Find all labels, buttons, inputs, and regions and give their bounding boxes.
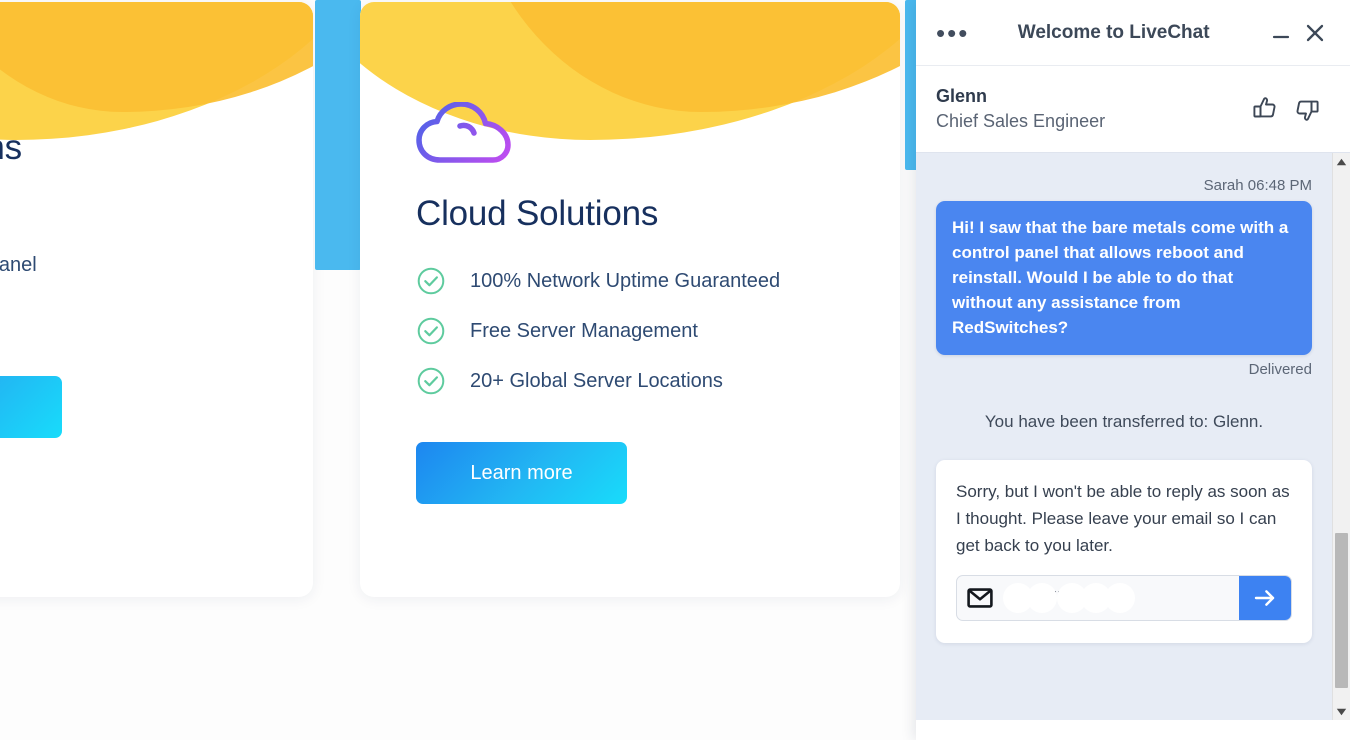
thumbs-down-glyph xyxy=(1296,100,1319,121)
chat-message-list[interactable]: Sarah 06:48 PM Hi! I saw that the bare m… xyxy=(916,152,1350,720)
agent-name: Glenn xyxy=(936,86,988,106)
learn-more-button-dedicated[interactable] xyxy=(0,376,62,438)
feature-list-dedicated: & AMD CPUs oot & Reinstall Panel pport -… xyxy=(0,202,283,328)
livechat-widget: ••• Welcome to LiveChat Glenn Chief Sale… xyxy=(916,0,1350,740)
feature-list-cloud: 100% Network Uptime Guaranteed Free Serv… xyxy=(416,267,870,395)
messages-container: Sarah 06:48 PM Hi! I saw that the bare m… xyxy=(916,153,1332,720)
feature-label: 100% Network Uptime Guaranteed xyxy=(470,269,781,292)
learn-more-button-cloud[interactable]: Learn more xyxy=(416,442,627,504)
chat-scrollbar[interactable] xyxy=(1332,153,1350,720)
scrollbar-thumb[interactable] xyxy=(1335,533,1348,688)
feature-label: Free Server Management xyxy=(470,319,698,342)
incoming-message-text: Sorry, but I won't be able to reply as s… xyxy=(956,482,1290,555)
yellow-blob-decoration-overlay xyxy=(0,2,313,112)
arrow-right-icon xyxy=(1254,590,1275,606)
email-submit-button[interactable] xyxy=(1239,576,1291,620)
check-circle-icon xyxy=(417,367,445,395)
screen: d Solutions & AMD CPUs oot & Reinstall P… xyxy=(0,0,1364,740)
card-dedicated-solutions[interactable]: d Solutions & AMD CPUs oot & Reinstall P… xyxy=(0,2,313,597)
minimize-icon[interactable] xyxy=(1264,16,1298,50)
agent-info: Glenn Chief Sales Engineer xyxy=(936,84,1244,134)
cloud-icon xyxy=(416,102,511,163)
close-icon[interactable] xyxy=(1298,16,1332,50)
email-capture-row[interactable]: @gmail.com xyxy=(956,575,1292,621)
card-title-dedicated: d Solutions xyxy=(0,128,22,167)
chat-agent-bar: Glenn Chief Sales Engineer xyxy=(916,66,1350,152)
redaction-blob xyxy=(1105,583,1135,613)
scrollbar-up-arrow[interactable] xyxy=(1333,153,1350,170)
card-cloud-solutions[interactable]: Cloud Solutions 100% Network Uptime Guar… xyxy=(360,2,900,597)
check-circle-icon xyxy=(417,267,445,295)
message-status: Delivered xyxy=(1248,361,1312,378)
feature-label: 20+ Global Server Locations xyxy=(470,369,723,392)
thumbs-up-icon[interactable] xyxy=(1244,88,1286,130)
chat-header: ••• Welcome to LiveChat xyxy=(916,0,1350,66)
system-transfer-note: You have been transferred to: Glenn. xyxy=(984,412,1264,431)
page-right-edge xyxy=(1350,0,1364,740)
outgoing-message-bubble: Hi! I saw that the bare metals come with… xyxy=(936,201,1312,355)
feature-item: & AMD CPUs xyxy=(0,202,283,228)
scrollbar-down-arrow[interactable] xyxy=(1333,703,1350,720)
close-glyph xyxy=(1306,24,1324,41)
blue-accent-bar xyxy=(315,0,361,270)
minimize-glyph xyxy=(1272,35,1290,38)
check-circle-icon xyxy=(417,317,445,345)
redaction-blob xyxy=(1027,583,1057,613)
thumbs-up-glyph xyxy=(1253,97,1276,118)
card-title-cloud: Cloud Solutions xyxy=(416,194,659,233)
card-body-dedicated: d Solutions & AMD CPUs oot & Reinstall P… xyxy=(0,102,283,443)
chat-input-area[interactable] xyxy=(916,720,1350,740)
feature-item: Free Server Management xyxy=(416,317,870,345)
chat-title: Welcome to LiveChat xyxy=(1017,21,1210,43)
triangle-up-icon xyxy=(1336,158,1347,165)
card-body-cloud: Cloud Solutions 100% Network Uptime Guar… xyxy=(416,102,870,504)
message-meta: Sarah 06:48 PM xyxy=(1203,177,1312,194)
email-input[interactable]: @gmail.com xyxy=(957,576,1239,620)
feature-item: 100% Network Uptime Guaranteed xyxy=(416,267,870,295)
incoming-message-card: Sorry, but I won't be able to reply as s… xyxy=(936,460,1312,643)
feature-item: pport - 24/7 xyxy=(0,302,283,328)
feature-item: 20+ Global Server Locations xyxy=(416,367,870,395)
triangle-down-icon xyxy=(1336,708,1347,715)
envelope-icon xyxy=(967,588,993,608)
feature-item: oot & Reinstall Panel xyxy=(0,252,283,278)
agent-role: Chief Sales Engineer xyxy=(936,111,1106,131)
feature-label: oot & Reinstall Panel xyxy=(0,253,37,276)
thumbs-down-icon[interactable] xyxy=(1286,88,1328,130)
